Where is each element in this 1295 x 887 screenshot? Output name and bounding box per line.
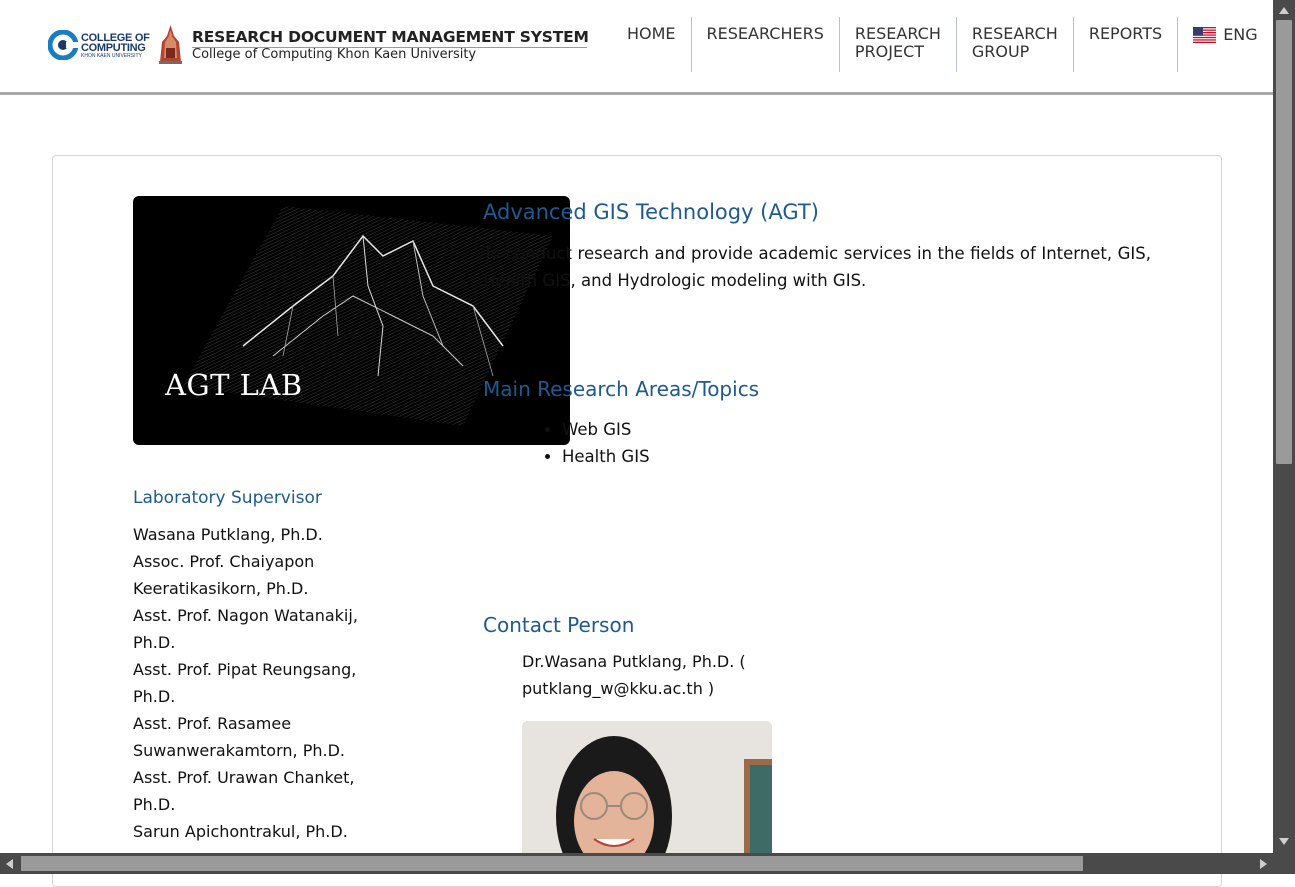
scroll-right-arrow-icon[interactable] xyxy=(1260,859,1267,869)
logo-text-kku: KHON KAEN UNIVERSITY xyxy=(81,53,142,59)
scroll-down-arrow-icon[interactable] xyxy=(1279,838,1289,845)
research-areas-list: Web GIS Health GIS xyxy=(522,416,650,470)
research-area-item: Health GIS xyxy=(562,443,650,470)
language-selector[interactable]: ENG xyxy=(1178,17,1258,72)
nav-label-line1: RESEARCH xyxy=(971,24,1058,43)
nav-label: REPORTS xyxy=(1088,24,1163,43)
vertical-scrollbar[interactable] xyxy=(1273,0,1295,853)
cc-logo-icon xyxy=(48,30,78,60)
supervisor-name: Asst. Prof. Pipat Reungsang, Ph.D. xyxy=(133,660,357,706)
lab-title: Advanced GIS Technology (AGT) xyxy=(483,200,819,224)
nav-researchers[interactable]: RESEARCHERS xyxy=(692,17,840,72)
scrollbar-corner xyxy=(1273,853,1295,874)
site-header: COLLEGE OF COMPUTING KHON KAEN UNIVERSIT… xyxy=(0,0,1273,95)
supervisor-name: Sarun Apichontrakul, Ph.D. xyxy=(133,822,348,841)
terrain-wireframe-graphic xyxy=(183,206,553,426)
language-label: ENG xyxy=(1223,25,1258,44)
main-nav: HOME RESEARCHERS RESEARCH PROJECT RESEAR… xyxy=(612,17,1258,72)
scroll-left-arrow-icon[interactable] xyxy=(6,859,13,869)
lab-banner-image: AGT LAB xyxy=(133,196,570,445)
nav-research-group[interactable]: RESEARCH GROUP xyxy=(957,17,1074,72)
supervisor-heading: Laboratory Supervisor xyxy=(133,488,322,508)
horizontal-scrollbar[interactable] xyxy=(0,853,1273,874)
kku-emblem-icon xyxy=(159,25,182,64)
nav-label-line2: PROJECT xyxy=(854,42,925,61)
nav-label: HOME xyxy=(627,24,676,43)
research-areas-heading: Main Research Areas/Topics xyxy=(483,377,760,401)
person-portrait-graphic xyxy=(522,721,772,861)
horizontal-scroll-thumb[interactable] xyxy=(21,856,1083,871)
supervisor-list: Wasana Putklang, Ph.D. Assoc. Prof. Chai… xyxy=(133,521,373,845)
supervisor-name: Assoc. Prof. Chaiyapon Keeratikasikorn, … xyxy=(133,552,315,598)
lab-description: To conduct research and provide academic… xyxy=(483,244,1151,290)
contact-heading: Contact Person xyxy=(483,613,635,637)
research-area-item: Web GIS xyxy=(562,416,650,443)
nav-home[interactable]: HOME xyxy=(612,17,692,72)
contact-person-text: Dr.Wasana Putklang, Ph.D. ( putklang_w@k… xyxy=(522,652,746,698)
nav-label-line2: GROUP xyxy=(971,42,1030,61)
system-title: RESEARCH DOCUMENT MANAGEMENT SYSTEM xyxy=(192,28,589,46)
nav-label: RESEARCHERS xyxy=(706,24,824,43)
nav-reports[interactable]: REPORTS xyxy=(1074,17,1179,72)
lab-image-caption: AGT LAB xyxy=(165,368,303,402)
nav-label-line1: RESEARCH xyxy=(854,24,941,43)
system-subtitle: College of Computing Khon Kaen Universit… xyxy=(192,47,477,62)
vertical-scroll-thumb[interactable] xyxy=(1276,20,1292,464)
supervisor-name: Asst. Prof. Nagon Watanakij, Ph.D. xyxy=(133,606,358,652)
college-of-computing-logo[interactable]: COLLEGE OF COMPUTING KHON KAEN UNIVERSIT… xyxy=(48,30,150,60)
us-flag-icon xyxy=(1193,27,1217,43)
supervisor-name: Asst. Prof. Rasamee Suwanwerakamtorn, Ph… xyxy=(133,714,345,760)
supervisor-name: Wasana Putklang, Ph.D. xyxy=(133,525,323,544)
scroll-up-arrow-icon[interactable] xyxy=(1279,7,1289,14)
contact-person-photo xyxy=(522,721,772,861)
supervisor-name: Asst. Prof. Urawan Chanket, Ph.D. xyxy=(133,768,355,814)
nav-research-project[interactable]: RESEARCH PROJECT xyxy=(840,17,957,72)
